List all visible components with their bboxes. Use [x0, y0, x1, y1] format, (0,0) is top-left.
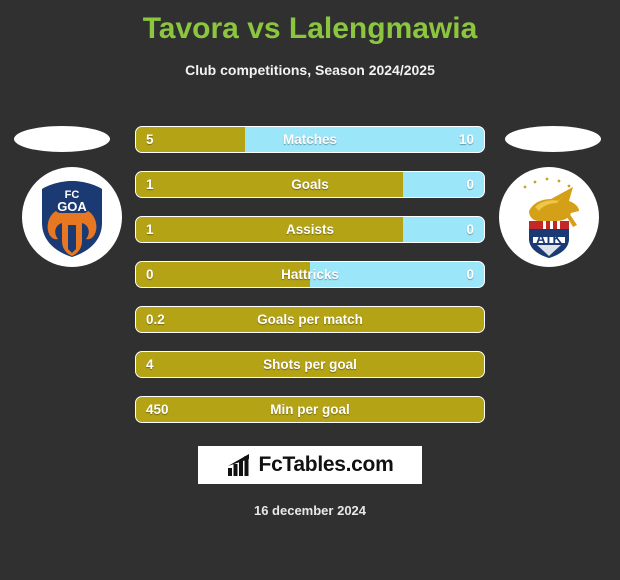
stat-label: Hattricks	[281, 267, 339, 282]
home-club-badge: FC GOA	[22, 167, 122, 267]
svg-text:GOA: GOA	[57, 199, 87, 214]
home-badge-cap	[14, 126, 110, 152]
stat-label: Min per goal	[270, 402, 350, 417]
atk-crest-icon: ATK	[523, 177, 579, 258]
stat-row: 450 Min per goal	[135, 396, 485, 423]
stat-row: 4 Shots per goal	[135, 351, 485, 378]
stat-row: 1 Goals 0	[135, 171, 485, 198]
stat-label: Shots per goal	[263, 357, 357, 372]
away-value: 0	[466, 222, 474, 237]
page-title: Tavora vs Lalengmawia	[142, 12, 478, 45]
home-badge-disc: FC GOA	[22, 167, 122, 267]
stat-label: Goals	[291, 177, 329, 192]
away-value: 0	[466, 177, 474, 192]
bar-chart-trend-icon	[227, 454, 249, 476]
stat-row: 5 Matches 10	[135, 126, 485, 153]
stat-row: 1 Assists 0	[135, 216, 485, 243]
stat-label: Assists	[285, 222, 335, 237]
away-club-badge: ATK	[499, 167, 599, 267]
away-badge-cap	[505, 126, 601, 152]
stat-row: 0.2 Goals per match	[135, 306, 485, 333]
away-badge-disc: ATK	[499, 167, 599, 267]
stats-list: 5 Matches 10 1 Goals 0 1 Assists 0 0 Hat…	[135, 126, 485, 441]
page-subtitle: Club competitions, Season 2024/2025	[185, 62, 435, 78]
stat-label: Matches	[282, 132, 338, 147]
fctables-logo: FcTables.com	[198, 446, 422, 484]
fctables-logo-text: FcTables.com	[258, 453, 394, 476]
away-value: 0	[466, 267, 474, 282]
fc-goa-crest-icon: FC GOA	[42, 181, 102, 257]
stat-row: 0 Hattricks 0	[135, 261, 485, 288]
footer-date: 16 december 2024	[253, 503, 367, 518]
comparison-infographic: Tavora vs Lalengmawia Club competitions,…	[0, 0, 620, 580]
stat-label: Goals per match	[257, 312, 363, 327]
svg-text:ATK: ATK	[536, 231, 562, 246]
away-value: 10	[458, 132, 474, 147]
